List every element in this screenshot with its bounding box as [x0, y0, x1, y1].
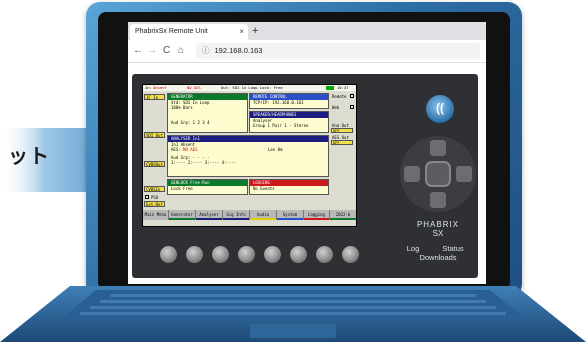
status-aes-value: NO AES — [187, 85, 201, 90]
soft-knob[interactable] — [342, 246, 359, 263]
menu-logging-label: Logging — [308, 212, 325, 217]
menu-logging[interactable]: Logging — [304, 210, 330, 220]
analyser-aes-value: NO AES — [183, 147, 198, 152]
banner-text: ット — [8, 146, 50, 168]
dpad-center-button[interactable] — [425, 161, 451, 187]
tab-title: PhabrixSx Remote Unit — [135, 28, 208, 35]
soft-knob[interactable] — [238, 246, 255, 263]
menu-system[interactable]: System — [277, 210, 304, 220]
menu-sig-info[interactable]: Sig Info — [223, 210, 250, 220]
web-indicator — [350, 105, 354, 109]
menu-analyser-label: Analyser — [199, 212, 219, 217]
home-icon[interactable]: ⌂ — [178, 44, 184, 58]
phabrix-logo-icon: (( — [426, 95, 454, 123]
status-output: Out: SDI In Loop Lock: Free — [221, 85, 283, 90]
menu-generator-label: Generator — [171, 212, 193, 217]
soft-knob[interactable] — [316, 246, 333, 263]
address-bar[interactable]: ⓘ 192.168.0.163 — [196, 43, 480, 59]
left-button-cvbs-in[interactable]: CVBSIn — [144, 186, 165, 192]
left-button-1f-in[interactable]: 1F In — [144, 94, 165, 100]
tab-close-icon[interactable]: × — [239, 24, 244, 40]
new-tab-icon[interactable]: + — [252, 23, 258, 39]
browser-window: PhabrixSx Remote Unit × + ← → C ⌂ ⓘ 192.1… — [128, 22, 486, 284]
left-button-cvbs-out[interactable]: CVBSOut — [144, 161, 165, 167]
log-link[interactable]: Log — [402, 244, 424, 253]
status-in-label: In: — [145, 85, 152, 90]
status-link[interactable]: Status — [436, 244, 470, 253]
logging-line-1: No Events — [253, 186, 275, 191]
remote-label: Remote — [332, 94, 347, 99]
direction-pad — [400, 136, 476, 212]
status-in-value: Absent — [153, 85, 167, 90]
status-time: 10:47 — [337, 85, 349, 90]
remote-control-panel[interactable]: REMOTE CONTROL TCP/IP: 192.168.0.163 — [249, 93, 329, 109]
analyser-len: Len 0m — [268, 147, 283, 152]
speaker-line-2: Group 1 Pair 1 - Stereo — [253, 123, 309, 128]
logging-panel[interactable]: LOGGING No Events — [249, 179, 329, 195]
menu-main-menu-label: Main Menu — [144, 212, 167, 217]
browser-tab[interactable]: PhabrixSx Remote Unit × — [130, 24, 248, 40]
soft-knob[interactable] — [212, 246, 229, 263]
dpad-left-button[interactable] — [404, 166, 420, 182]
remote-control-line-1: TCP/IP: 192.168.0.163 — [253, 100, 304, 105]
nav-bar: ← → C ⌂ ⓘ 192.168.0.163 — [128, 40, 486, 63]
menu-2022-6[interactable]: 2022-6 — [330, 210, 356, 220]
ana-out-select[interactable]: OFF — [331, 128, 353, 133]
generator-line-2: 100% Bars — [171, 105, 193, 110]
dpad-up-button[interactable] — [430, 140, 446, 156]
scene: ット PhabrixSx Remote Unit × + ← → C ⌂ ⓘ 19… — [0, 0, 586, 342]
lcd-menu-bar: Main Menu Generator Analyser Sig Info Au… — [143, 210, 356, 220]
battery-icon — [326, 86, 334, 90]
menu-main-menu[interactable]: Main Menu — [143, 210, 169, 220]
menu-audio-label: Audio — [256, 212, 270, 217]
url-text: 192.168.0.163 — [214, 46, 263, 55]
genlock-line-1: Lock Free — [171, 186, 193, 191]
left-button-ext-ref[interactable]: Ext.Ref — [144, 201, 165, 207]
logo-glyph: (( — [436, 101, 444, 115]
analyser-panel[interactable]: ANALYSER In1 In1 Absent AES: NO AES Len 0… — [167, 135, 329, 177]
analyser-line-4: 1:---- 2:---- 3:---- 4:---- — [171, 160, 237, 165]
speaker-panel[interactable]: SPEAKER/HEADPHONES Analyser Group 1 Pair… — [249, 111, 329, 133]
brand-line-2: SX — [432, 229, 444, 238]
reload-icon[interactable]: C — [163, 44, 170, 58]
menu-analyser[interactable]: Analyser — [196, 210, 223, 220]
soft-knob[interactable] — [160, 246, 177, 263]
left-button-sdi-out[interactable]: SDI Out — [144, 132, 165, 138]
dpad-down-button[interactable] — [430, 192, 446, 208]
device-lcd: In: Absent NO AES Out: SDI In Loop Lock:… — [142, 84, 357, 227]
menu-2022-6-label: 2022-6 — [335, 212, 351, 217]
menu-sig-info-label: Sig Info — [226, 212, 246, 217]
soft-knob[interactable] — [290, 246, 307, 263]
psu-checkbox[interactable] — [145, 195, 149, 199]
brand-line-1: PHABRIX — [416, 220, 460, 229]
soft-knob[interactable] — [264, 246, 281, 263]
genlock-panel[interactable]: GENLOCK Free-Run Lock Free — [167, 179, 248, 195]
forward-icon[interactable]: → — [147, 44, 157, 58]
laptop-base — [0, 286, 586, 342]
generator-panel[interactable]: GENERATOR Std: SDI In Loop 100% Bars Aud… — [167, 93, 248, 133]
lcd-status-bar: In: Absent NO AES Out: SDI In Loop Lock:… — [143, 85, 356, 91]
analyser-aes-label: AES: — [171, 147, 181, 152]
remote-indicator — [350, 94, 354, 98]
analyser-line-2: AES: NO AES Len 0m — [168, 147, 328, 152]
tab-bar: PhabrixSx Remote Unit × + — [128, 22, 486, 40]
menu-generator[interactable]: Generator — [169, 210, 196, 220]
downloads-link[interactable]: Downloads — [404, 253, 472, 262]
soft-knob[interactable] — [186, 246, 203, 263]
aes-out-select[interactable]: OFF — [331, 140, 353, 145]
psu-label: PSU — [151, 195, 159, 200]
menu-system-label: System — [282, 212, 298, 217]
generator-line-3: Aud Grp: 1 2 3 4 — [171, 120, 210, 125]
menu-audio[interactable]: Audio — [250, 210, 277, 220]
page-content: In: Absent NO AES Out: SDI In Loop Lock:… — [128, 63, 486, 284]
web-label: Web — [332, 105, 340, 110]
back-icon[interactable]: ← — [133, 44, 143, 58]
dpad-right-button[interactable] — [456, 166, 472, 182]
phabrix-device-panel: In: Absent NO AES Out: SDI In Loop Lock:… — [132, 74, 478, 278]
info-icon[interactable]: ⓘ — [202, 46, 210, 55]
